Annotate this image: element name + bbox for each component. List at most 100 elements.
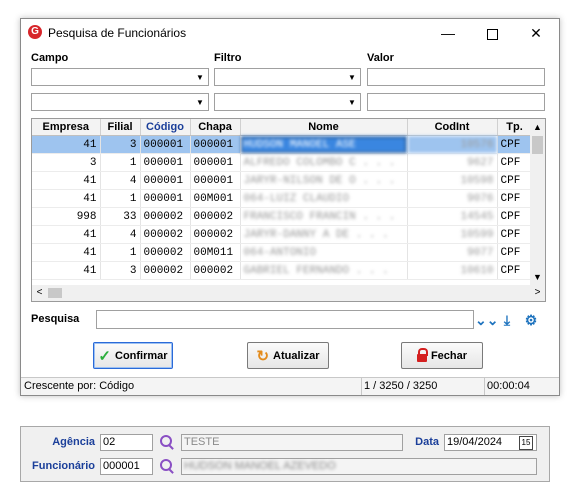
cell-codint: 9627 (407, 153, 498, 172)
column-header-codigo[interactable]: Código (140, 119, 191, 136)
cell-filial: 4 (100, 225, 141, 244)
cell-codint: 14545 (407, 207, 498, 226)
valor-label: Valor (367, 52, 394, 64)
cell-tp: CPF (497, 261, 533, 280)
table-row[interactable]: 41 1 000002 00M011 064-ANTONIO 9077 CPF (32, 243, 533, 262)
table-row[interactable]: 998 33 000002 000002 FRANCISCO FRANCIN . . .… (32, 207, 533, 226)
chevron-down-icon: ▼ (196, 98, 204, 107)
cell-empresa: 3 (32, 153, 101, 172)
pesquisa-label: Pesquisa (31, 313, 80, 325)
pesquisa-input[interactable] (96, 310, 474, 329)
funcionario-name-field: HUDSON MANOEL AZEVEDO (181, 458, 537, 475)
close-window-button[interactable]: ✕ (514, 19, 558, 47)
cell-nome: HUDSON MANOEL ASE (240, 135, 408, 154)
status-bar: Crescente por: Código 1 / 3250 / 3250 00… (21, 377, 559, 395)
column-header-chapa[interactable]: Chapa (190, 119, 241, 136)
cell-nome: JARYR-NILSON DE O . . . (240, 171, 408, 190)
cell-empresa: 41 (32, 135, 101, 154)
cell-filial: 3 (100, 261, 141, 280)
minimize-button[interactable]: — (426, 19, 470, 47)
date-input[interactable]: 19/04/2024 15 (444, 434, 537, 451)
scroll-right-icon[interactable]: > (530, 285, 545, 301)
cell-nome: JARYR-DANNY A DE . . . (240, 225, 408, 244)
funcionario-name-value: HUDSON MANOEL AZEVEDO (184, 460, 336, 472)
status-record-count: 1 / 3250 / 3250 (361, 378, 485, 395)
agencia-code-input[interactable]: 02 (100, 434, 153, 451)
cell-nome: 064-LUIZ CLAUDIO (240, 189, 408, 208)
campo-label: Campo (31, 52, 69, 64)
cell-tp: CPF (497, 153, 533, 172)
cell-chapa: 00M001 (190, 189, 241, 208)
campo-select-2[interactable]: ▼ (31, 93, 209, 111)
checkmark-icon: ✓ (98, 347, 111, 365)
campo-select-1[interactable]: ▼ (31, 68, 209, 86)
gear-icon[interactable]: ⚙ (522, 311, 540, 329)
date-value: 19/04/2024 (447, 436, 503, 448)
cell-filial: 1 (100, 243, 141, 262)
cell-nome: FRANCISCO FRANCIN . . . (240, 207, 408, 226)
confirm-button[interactable]: ✓ Confirmar (93, 342, 173, 369)
table-row[interactable]: 41 4 000002 000002 JARYR-DANNY A DE . . . 105… (32, 225, 533, 244)
refresh-button[interactable]: ↻ Atualizar (247, 342, 329, 369)
cell-chapa: 000002 (190, 225, 241, 244)
table-row[interactable]: 3 1 000001 000001 ALFREDO COLOMBO C . . . 962… (32, 153, 533, 172)
table-row[interactable]: 41 4 000001 000001 JARYR-NILSON DE O . . . 10… (32, 171, 533, 190)
scroll-left-icon[interactable]: < (32, 285, 47, 301)
cell-empresa: 998 (32, 207, 101, 226)
employee-grid[interactable]: Empresa Filial Código Chapa Nome CodInt … (31, 118, 546, 302)
column-header-nome[interactable]: Nome (240, 119, 408, 136)
column-header-codint[interactable]: CodInt (407, 119, 498, 136)
maximize-icon (486, 28, 498, 40)
scroll-up-icon[interactable]: ▲ (530, 119, 545, 135)
horizontal-scrollbar[interactable]: < > (32, 285, 545, 301)
window-title: Pesquisa de Funcionários (48, 26, 187, 40)
table-row[interactable]: 41 3 000002 000002 GABRIEL FERNANDO . . . 106… (32, 261, 533, 280)
funcionario-code-input[interactable]: 000001 (100, 458, 153, 475)
status-elapsed-time: 00:00:04 (487, 380, 530, 392)
maximize-button[interactable] (470, 19, 514, 47)
vertical-scroll-thumb[interactable] (532, 136, 543, 154)
selection-panel: Agência 02 TESTE Data 19/04/2024 15 Func… (20, 426, 550, 482)
column-header-empresa[interactable]: Empresa (32, 119, 101, 136)
cell-codint: 10599 (407, 225, 498, 244)
cell-codigo: 000002 (140, 207, 191, 226)
column-header-filial[interactable]: Filial (100, 119, 141, 136)
close-button[interactable]: Fechar (401, 342, 483, 369)
funcionario-label: Funcionário (32, 460, 95, 472)
cell-filial: 3 (100, 135, 141, 154)
cell-nome: 064-ANTONIO (240, 243, 408, 262)
cell-chapa: 00M011 (190, 243, 241, 262)
cell-chapa: 000002 (190, 207, 241, 226)
search-icon[interactable] (159, 434, 175, 450)
confirm-button-label: Confirmar (115, 349, 168, 362)
cell-empresa: 41 (32, 243, 101, 262)
chevron-down-icon: ▼ (196, 73, 204, 82)
refresh-button-label: Atualizar (273, 349, 320, 362)
scroll-down-icon[interactable]: ▼ (530, 269, 545, 285)
lock-icon (416, 348, 428, 362)
cell-codint: 10598 (407, 171, 498, 190)
cell-empresa: 41 (32, 189, 101, 208)
cell-empresa: 41 (32, 261, 101, 280)
valor-input-1[interactable] (367, 68, 545, 86)
cell-chapa: 000001 (190, 153, 241, 172)
cell-filial: 4 (100, 171, 141, 190)
filtro-select-2[interactable]: ▼ (214, 93, 361, 111)
search-icon[interactable] (159, 458, 175, 474)
cell-filial: 1 (100, 153, 141, 172)
cell-codint: 10576 (407, 135, 498, 154)
calendar-icon[interactable]: 15 (519, 436, 533, 450)
cell-codigo: 000002 (140, 225, 191, 244)
status-sort: Crescente por: Código (21, 378, 362, 395)
table-row[interactable]: 41 3 000001 000001 HUDSON MANOEL ASE 10576 CPF (32, 135, 533, 154)
cell-chapa: 000001 (190, 171, 241, 190)
download-arrow-icon[interactable]: ⤓ (498, 311, 516, 329)
vertical-scrollbar[interactable]: ▲ ▼ (530, 119, 545, 285)
filtro-select-1[interactable]: ▼ (214, 68, 361, 86)
valor-input-2[interactable] (367, 93, 545, 111)
table-row[interactable]: 41 1 000001 00M001 064-LUIZ CLAUDIO 9076 CPF (32, 189, 533, 208)
chevrons-down-icon[interactable]: ⌄⌄ (475, 311, 498, 329)
title-bar: G Pesquisa de Funcionários — ✕ (21, 19, 559, 47)
horizontal-scroll-thumb[interactable] (48, 288, 62, 298)
column-header-tp[interactable]: Tp. (497, 119, 533, 136)
